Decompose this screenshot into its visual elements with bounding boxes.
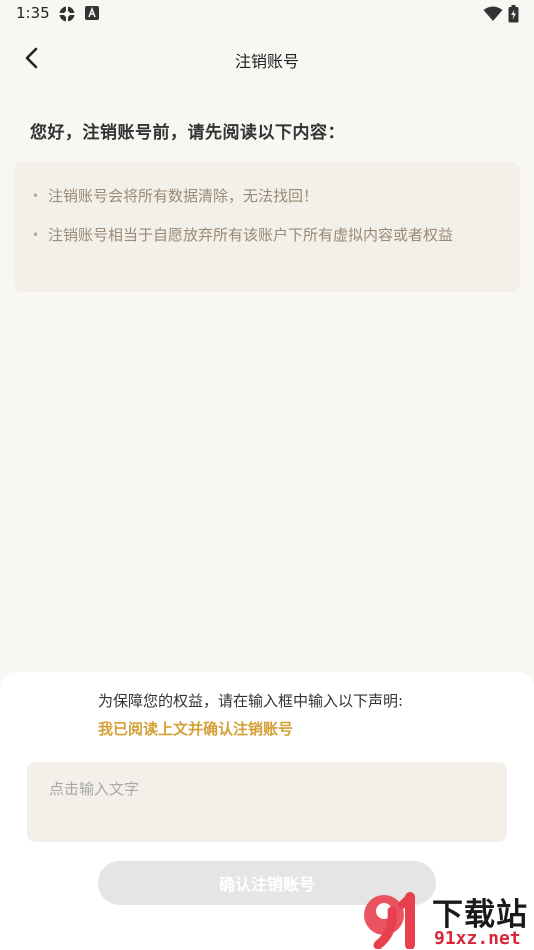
declaration-statement: 我已阅读上文并确认注销账号 xyxy=(98,720,294,738)
declaration-input[interactable] xyxy=(27,762,507,842)
wifi-icon xyxy=(483,6,503,26)
intro-text: 您好，注销账号前，请先阅读以下内容： xyxy=(30,123,345,143)
battery-icon xyxy=(508,5,519,27)
notice-item: • 注销账号相当于自愿放弃所有该账户下所有虚拟内容或者权益 xyxy=(32,223,498,247)
notice-text: 注销账号相当于自愿放弃所有该账户下所有虚拟内容或者权益 xyxy=(48,226,454,244)
notice-text: 注销账号会将所有数据清除，无法找回！ xyxy=(48,187,319,205)
status-bar: 1:35 xyxy=(0,0,534,28)
watermark-url: 91xz.net xyxy=(434,928,521,949)
app-notification-icon xyxy=(84,5,100,25)
declaration-hint: 为保障您的权益，请在输入框中输入以下声明: xyxy=(98,692,404,710)
bullet-icon: • xyxy=(32,228,40,242)
status-time: 1:35 xyxy=(16,4,50,22)
network-icon xyxy=(58,5,76,27)
notice-card: • 注销账号会将所有数据清除，无法找回！ • 注销账号相当于自愿放弃所有该账户下… xyxy=(14,162,520,292)
bullet-icon: • xyxy=(32,189,40,203)
page-title: 注销账号 xyxy=(234,52,299,71)
watermark: 下载站 91xz.net xyxy=(362,885,534,950)
watermark-logo-icon xyxy=(364,892,415,949)
notice-item: • 注销账号会将所有数据清除，无法找回！ xyxy=(32,184,498,208)
